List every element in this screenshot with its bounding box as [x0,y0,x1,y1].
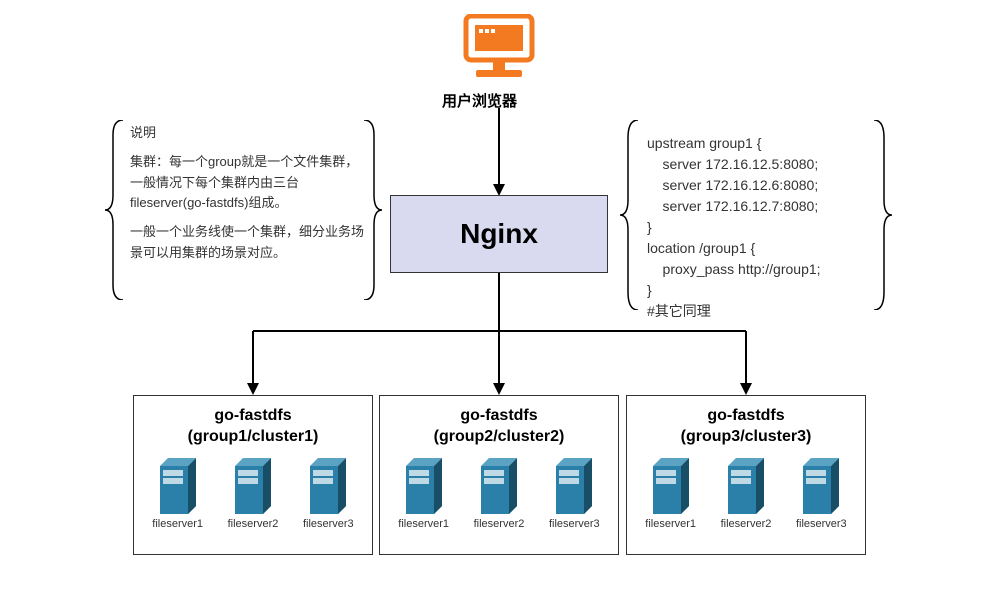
browser-icon [456,14,542,84]
group1-title: go-fastdfs (group1/cluster1) [140,406,366,448]
nginx-box: Nginx [390,195,608,273]
server-icon [475,458,523,514]
brace-right-close [870,120,892,310]
server-item: fileserver1 [142,458,214,530]
server-icon [154,458,202,514]
group-box-1: go-fastdfs (group1/cluster1) fileserver1… [133,395,373,555]
server-icon [400,458,448,514]
server-item: fileserver3 [785,458,857,530]
group3-title: go-fastdfs (group3/cluster3) [633,406,859,448]
server-item: fileserver3 [292,458,364,530]
group3-servers: fileserver1 fileserver2 fileserver3 [633,458,859,530]
arrow-browser-nginx [493,108,505,198]
left-note-p2: 一般一个业务线使一个集群，细分业务场景可以用集群的场景对应。 [130,222,370,264]
server-icon [304,458,352,514]
server-icon [647,458,695,514]
group1-servers: fileserver1 fileserver2 fileserver3 [140,458,366,530]
group2-servers: fileserver1 fileserver2 fileserver3 [386,458,612,530]
group2-title: go-fastdfs (group2/cluster2) [386,406,612,448]
server-item: fileserver2 [217,458,289,530]
server-item: fileserver3 [538,458,610,530]
left-note-p1: 集群：每一个group就是一个文件集群，一般情况下每个集群内由三台fileser… [130,152,370,214]
group-box-2: go-fastdfs (group2/cluster2) fileserver1… [379,395,619,555]
server-icon [550,458,598,514]
server-icon [797,458,845,514]
nginx-label: Nginx [460,218,538,250]
server-icon [229,458,277,514]
connector-lines [130,273,870,403]
architecture-diagram: 用户浏览器 说明 集群：每一个group就是一个文件集群，一般情况下每个集群内由… [0,0,1003,602]
browser-label: 用户浏览器 [442,90,517,111]
left-note-title: 说明 [130,123,370,144]
server-item: fileserver2 [463,458,535,530]
brace-left-open [105,120,127,300]
server-item: fileserver2 [710,458,782,530]
server-item: fileserver1 [388,458,460,530]
group-box-3: go-fastdfs (group3/cluster3) fileserver1… [626,395,866,555]
left-annotation: 说明 集群：每一个group就是一个文件集群，一般情况下每个集群内由三台file… [130,123,370,272]
server-icon [722,458,770,514]
server-item: fileserver1 [635,458,707,530]
